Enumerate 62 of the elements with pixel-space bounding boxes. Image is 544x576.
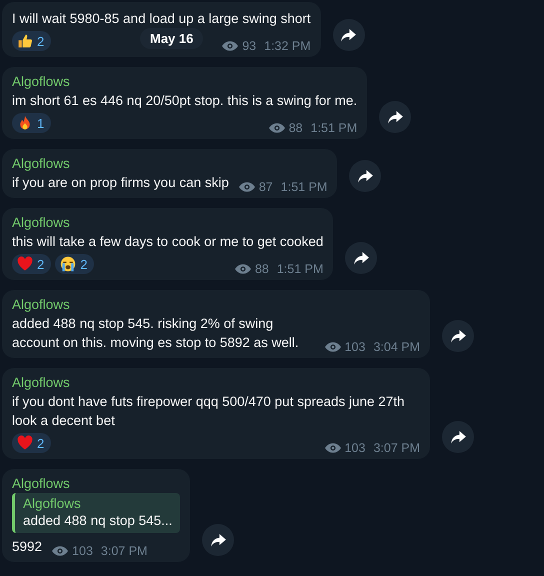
message-text: added 488 nq stop 545. risking 2% of swing account on this. moving es stop to 5892 as well. [12, 315, 300, 352]
quoted-sender: Algoflows [23, 496, 82, 511]
eye-icon [234, 264, 251, 274]
message-time: 3:07 PM [100, 544, 148, 558]
reaction-chip[interactable]: 2 [12, 31, 52, 51]
forward-button[interactable] [442, 421, 474, 453]
quoted-message[interactable]: Algoflows added 488 nq stop 545... [12, 493, 180, 533]
forward-button[interactable] [379, 101, 412, 133]
share-arrow-icon [354, 252, 369, 264]
eye-icon [324, 443, 341, 453]
view-count: 88 [254, 262, 269, 276]
crying-face-icon [60, 256, 76, 272]
message-text: im short 61 es 446 nq 20/50pt stop. this is a swing for me. [12, 92, 358, 110]
message-time: 1:51 PM [310, 121, 358, 135]
view-count: 88 [288, 121, 303, 135]
quoted-text: added 488 nq stop 545... [23, 513, 172, 528]
date-pill: May 16 [140, 28, 204, 49]
message-time: 1:51 PM [280, 180, 328, 194]
forward-button[interactable] [202, 524, 234, 556]
heart-icon [17, 435, 33, 451]
share-arrow-icon [358, 170, 373, 182]
message-time: 1:32 PM [264, 39, 311, 53]
eye-icon [238, 182, 255, 192]
message-time: 3:04 PM [373, 340, 420, 354]
view-count: 93 [242, 39, 256, 53]
view-count: 87 [258, 180, 273, 194]
reaction-chip[interactable]: 2 [12, 254, 52, 274]
message-text: this will take a few days to cook or me to get cooked [12, 233, 324, 251]
eye-icon [222, 41, 238, 51]
sender-name: Algoflows [12, 215, 71, 230]
forward-button[interactable] [349, 160, 382, 192]
view-count: 103 [344, 340, 366, 354]
sender-name: Algoflows [12, 375, 71, 390]
heart-icon [17, 256, 33, 272]
forward-button[interactable] [442, 320, 474, 352]
eye-icon [52, 546, 68, 556]
share-arrow-icon [450, 430, 466, 444]
view-count: 103 [72, 544, 93, 558]
eye-icon [268, 123, 285, 133]
forward-button[interactable] [332, 19, 365, 51]
share-arrow-icon [341, 28, 356, 42]
message-text: if you are on prop firms you can skip [12, 174, 229, 192]
message-text: I will wait 5980-85 and load up a large swing short [12, 10, 311, 28]
sender-name: Algoflows [12, 74, 71, 89]
reaction-chip[interactable]: 2 [12, 433, 52, 453]
view-count: 103 [344, 441, 366, 455]
fire-icon [17, 115, 33, 131]
sender-name: Algoflows [12, 297, 71, 312]
share-arrow-icon [450, 330, 466, 342]
share-arrow-icon [210, 534, 226, 546]
message-time: 3:07 PM [373, 441, 420, 455]
share-arrow-icon [388, 110, 403, 124]
reaction-chip[interactable]: 1 [12, 113, 52, 133]
thumbs-up-icon [17, 33, 33, 49]
message-text: if you dont have futs firepower qqq 500/470 put spreads june 27th look a decent bet [12, 393, 406, 430]
forward-button[interactable] [345, 242, 378, 274]
reaction-chip[interactable]: 2 [55, 254, 94, 274]
message-time: 1:51 PM [276, 262, 324, 276]
message-text: 5992 [12, 538, 42, 556]
eye-icon [324, 342, 341, 352]
sender-name: Algoflows [12, 476, 71, 491]
sender-name: Algoflows [12, 156, 71, 171]
